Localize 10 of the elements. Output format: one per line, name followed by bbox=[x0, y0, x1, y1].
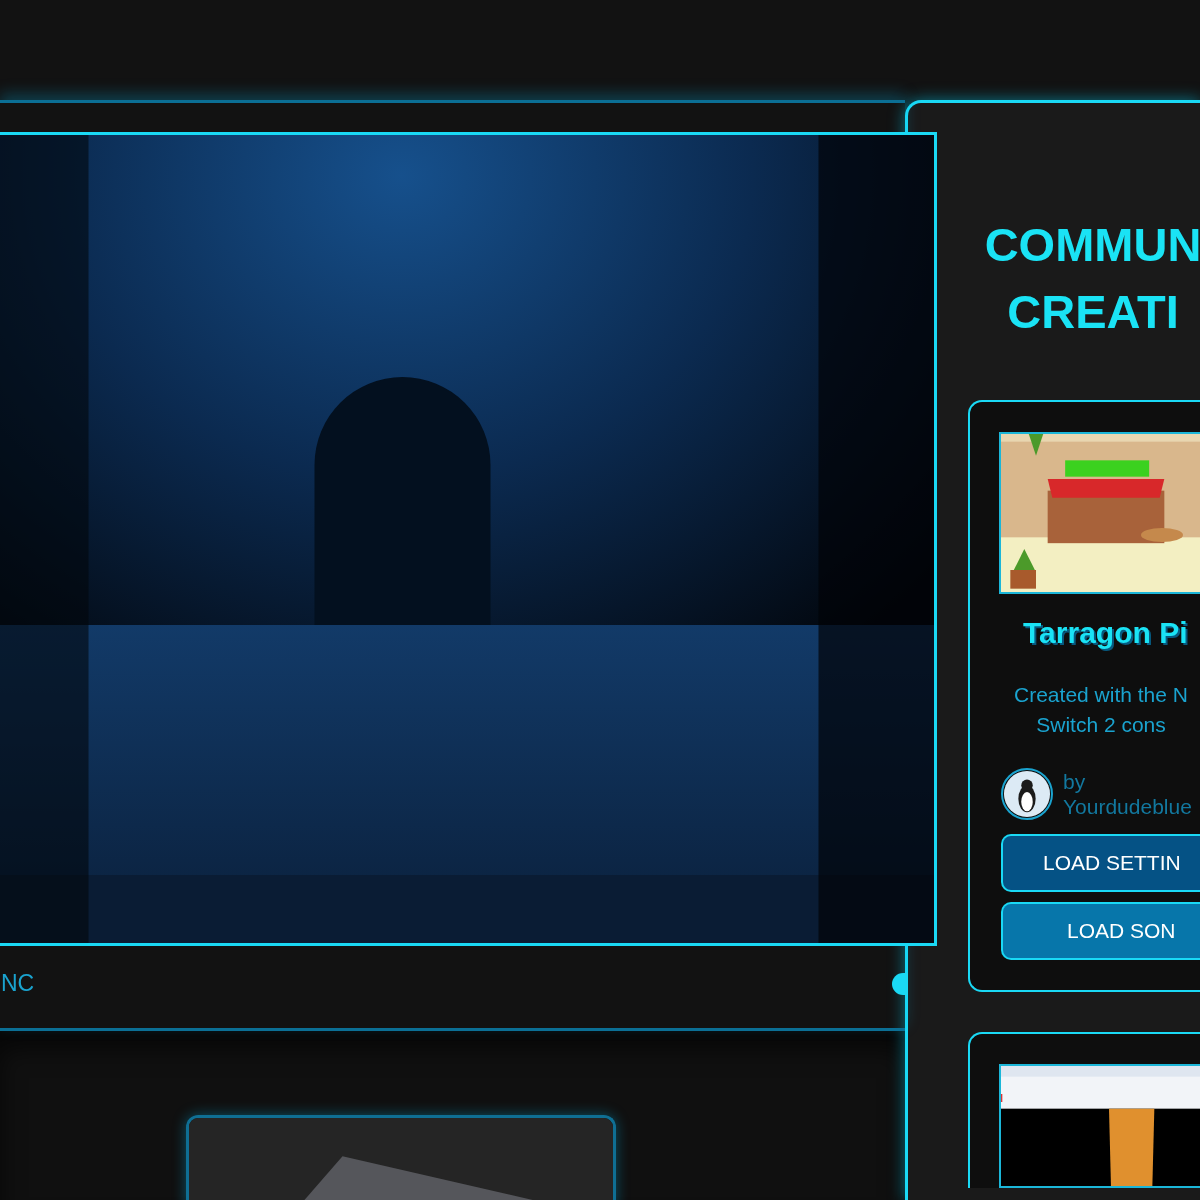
load-song-button[interactable]: LOAD SON bbox=[1001, 902, 1200, 960]
card-title: Tarragon Pi bbox=[1023, 616, 1188, 650]
avatar-icon bbox=[1001, 768, 1053, 820]
slider-handle[interactable] bbox=[892, 972, 908, 995]
caption-text: NC bbox=[1, 970, 35, 997]
card-description: Created with the N Switch 2 cons bbox=[1013, 682, 1189, 738]
author-prefix: by bbox=[1063, 769, 1087, 794]
author-name[interactable]: Yourdudeblue bbox=[1063, 794, 1192, 819]
load-settings-button[interactable]: LOAD SETTIN bbox=[1001, 834, 1200, 892]
panel-heading: COMMUN CREATI bbox=[983, 217, 1200, 340]
